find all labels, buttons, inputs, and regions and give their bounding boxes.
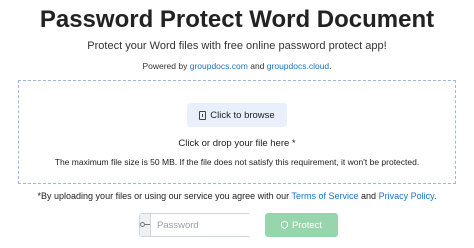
privacy-policy-link[interactable]: Privacy Policy — [379, 191, 434, 201]
groupdocs-com-link[interactable]: groupdocs.com — [190, 61, 248, 71]
terms-prefix: *By uploading your files or using our se… — [37, 191, 290, 201]
file-icon — [199, 110, 207, 120]
protect-label: Protect — [291, 219, 323, 231]
terms-notice: *By uploading your files or using our se… — [0, 191, 474, 201]
powered-by-and: and — [250, 61, 265, 71]
file-size-note: The maximum file size is 50 MB. If the f… — [54, 157, 420, 167]
password-addon — [140, 214, 151, 236]
protect-button[interactable]: Protect — [265, 213, 338, 237]
groupdocs-cloud-link[interactable]: groupdocs.cloud — [267, 61, 329, 71]
powered-by-suffix: . — [329, 61, 332, 71]
page-subtitle: Protect your Word files with free online… — [87, 40, 387, 52]
file-dropzone[interactable]: Click to browse Click or drop your file … — [18, 80, 456, 184]
password-group — [139, 213, 295, 237]
terms-and: and — [361, 191, 377, 201]
powered-by: Powered by groupdocs.com and groupdocs.c… — [0, 61, 474, 71]
drop-hint: Click or drop your file here * — [178, 138, 296, 149]
browse-label: Click to browse — [210, 109, 275, 121]
powered-by-prefix: Powered by — [142, 61, 188, 71]
terms-suffix: . — [433, 191, 437, 201]
terms-of-service-link[interactable]: Terms of Service — [292, 191, 359, 201]
page-title: Password Protect Word Document — [39, 6, 435, 33]
key-icon — [140, 222, 150, 228]
browse-button[interactable]: Click to browse — [187, 103, 287, 127]
shield-icon — [280, 221, 288, 229]
